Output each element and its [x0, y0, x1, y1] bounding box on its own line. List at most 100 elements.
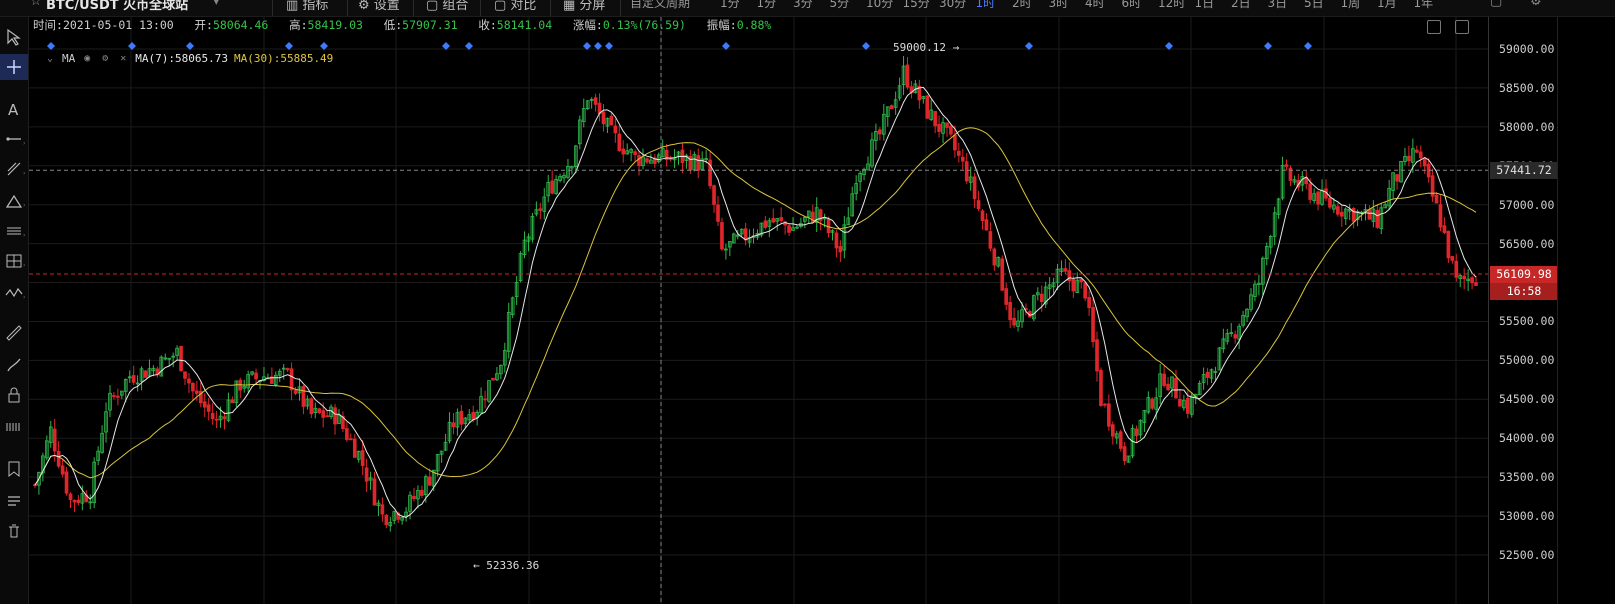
compare-icon: ▢: [494, 0, 511, 13]
timeframe-16[interactable]: 5日: [1304, 0, 1324, 11]
ruler-tool[interactable]: [0, 320, 28, 346]
screenshot-icon[interactable]: ▢: [1490, 0, 1502, 9]
candle-body: [972, 176, 977, 200]
favorite-star-icon[interactable]: ☆: [30, 0, 42, 9]
timeframe-4[interactable]: 10分: [866, 0, 893, 11]
indicator-settings-icon[interactable]: ⚙: [99, 53, 111, 65]
trash-icon: [9, 524, 19, 538]
settings-gear-icon[interactable]: ⚙: [1530, 0, 1542, 9]
candle-body: [459, 410, 464, 425]
parallel-lines-tool[interactable]: ›: [0, 218, 28, 244]
crosshair-tool[interactable]: [0, 54, 28, 80]
high-value: 58419.03: [307, 18, 363, 32]
candle-body: [183, 371, 187, 379]
layout-button[interactable]: ▦ 分屏: [563, 0, 605, 13]
candle-body: [1438, 204, 1443, 228]
custom-period-button[interactable]: 自定义周期: [630, 0, 690, 11]
template-button[interactable]: ▢ 组合: [426, 0, 468, 13]
timeframe-12[interactable]: 12时: [1158, 0, 1185, 11]
candle-body: [613, 125, 618, 134]
price-tick-label: 59000.00: [1499, 42, 1555, 56]
brush-tool[interactable]: [0, 352, 28, 378]
collapse-chevron-icon[interactable]: ⌄: [44, 53, 56, 65]
candle-body: [645, 158, 649, 163]
ohlc-info-line: 时间:2021-05-01 13:00 开:58064.46 高:58419.0…: [33, 17, 771, 33]
candle-body: [143, 370, 148, 378]
horizontal-line-tool[interactable]: ›: [0, 126, 28, 152]
timeframe-11[interactable]: 6时: [1122, 0, 1142, 11]
timeframe-0[interactable]: 1分: [720, 0, 740, 11]
time-label: 时间:: [33, 18, 63, 32]
text-tool-tool[interactable]: A: [0, 96, 28, 122]
timeframe-15[interactable]: 3日: [1268, 0, 1288, 11]
list-tool[interactable]: [0, 488, 28, 514]
symbol-title[interactable]: BTC/USDT 火币全球站: [46, 0, 188, 13]
candle-body: [1284, 164, 1289, 167]
timeframe-7[interactable]: 1时: [976, 0, 996, 11]
timeframe-9[interactable]: 3时: [1049, 0, 1069, 11]
candle-body: [1110, 424, 1115, 437]
bookmark-tool[interactable]: [0, 456, 28, 482]
timeframe-18[interactable]: 1月: [1377, 0, 1397, 11]
candle-body: [637, 155, 641, 167]
chart-screenshot-icon[interactable]: [1427, 20, 1441, 34]
candle-body: [1071, 279, 1076, 292]
last-price-label: 56109.98: [1490, 265, 1558, 283]
timeframe-13[interactable]: 1日: [1195, 0, 1215, 11]
triangle-tool[interactable]: ›: [0, 188, 28, 214]
timeframe-6[interactable]: 30分: [939, 0, 966, 11]
trend-line-icon: [7, 162, 21, 176]
candle-body: [1450, 256, 1455, 261]
trash-tool[interactable]: [0, 518, 28, 544]
fullscreen-icon[interactable]: [1455, 20, 1469, 34]
candle-body: [838, 246, 843, 253]
cursor-arrow-tool[interactable]: [0, 24, 28, 50]
candle-body: [826, 218, 831, 234]
candle-body: [1118, 431, 1123, 449]
parallel-lines-icon: [7, 227, 21, 235]
price-tick-label: 53500.00: [1499, 470, 1555, 485]
timeframe-3[interactable]: 5分: [830, 0, 850, 11]
timeframe-10[interactable]: 4时: [1085, 0, 1105, 11]
low-value: 57907.31: [402, 18, 458, 32]
candle-body: [1185, 397, 1190, 414]
timeframe-1[interactable]: 1分: [757, 0, 777, 11]
timeframe-19[interactable]: 1年: [1414, 0, 1434, 11]
timeframe-5[interactable]: 15分: [903, 0, 930, 11]
compare-button[interactable]: ▢ 对比: [494, 0, 536, 13]
timeframe-8[interactable]: 2时: [1012, 0, 1032, 11]
amplitude-label: 振幅:: [706, 18, 737, 32]
candle-body: [345, 428, 349, 440]
candle-body: [1339, 211, 1344, 217]
timeframe-14[interactable]: 2日: [1231, 0, 1251, 11]
candle-body: [60, 465, 65, 475]
timeframe-17[interactable]: 1周: [1341, 0, 1361, 11]
symbol-dropdown-chevron-icon[interactable]: ▾: [213, 0, 220, 9]
timeframe-2[interactable]: 3分: [793, 0, 813, 11]
candle-body: [1336, 206, 1340, 215]
wave-pattern-tool[interactable]: ›: [0, 280, 28, 306]
ruler-icon: [6, 325, 22, 341]
price-tick-label: 58500.00: [1499, 80, 1555, 95]
list-icon: [8, 496, 20, 506]
visibility-eye-icon[interactable]: ◉: [81, 53, 93, 65]
magnet-tool[interactable]: [0, 414, 28, 440]
candlestick-chart[interactable]: [29, 17, 1488, 604]
candle-body: [1462, 275, 1467, 280]
candle-body: [1308, 183, 1313, 200]
price-tick-label: 54000.00: [1499, 431, 1555, 446]
trend-line-tool[interactable]: ›: [0, 156, 28, 182]
remove-indicator-close-icon[interactable]: ✕: [117, 53, 129, 65]
fib-grid-tool[interactable]: ›: [0, 248, 28, 274]
candle-body: [420, 490, 424, 496]
settings-button[interactable]: ⚙ 设置: [358, 0, 400, 13]
lock-tool[interactable]: [0, 382, 28, 408]
candle-body: [1367, 209, 1372, 220]
price-tick-label: 52500.00: [1499, 548, 1555, 562]
time-value: 2021-05-01 13:00: [62, 18, 174, 32]
amplitude-value: 0.88%: [736, 18, 772, 32]
candle-body: [1150, 398, 1155, 409]
indicators-button[interactable]: ▥ 指标: [286, 0, 328, 13]
candle-body: [317, 408, 322, 414]
candle-body: [360, 450, 365, 466]
